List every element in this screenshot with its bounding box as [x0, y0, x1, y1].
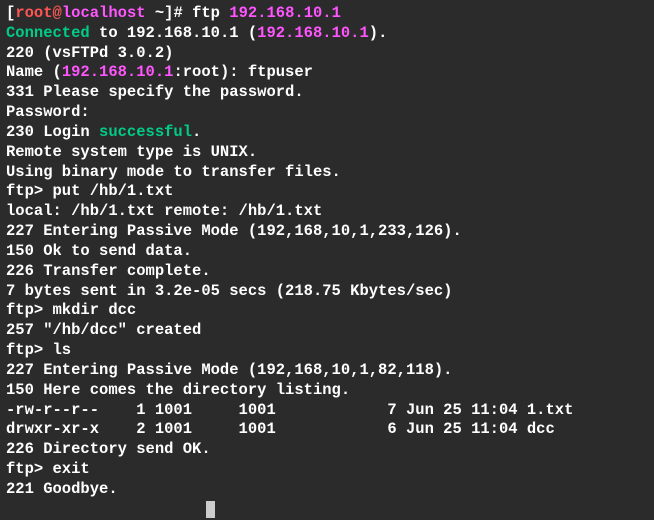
banner-line: 220 (vsFTPd 3.0.2)	[6, 44, 648, 64]
dir-listing-header: 150 Here comes the directory listing.	[6, 381, 648, 401]
ftp-ip: 192.168.10.1	[229, 4, 341, 22]
transfer-complete: 226 Transfer complete.	[6, 262, 648, 282]
ftp-exit: ftp> exit	[6, 460, 648, 480]
goodbye-line: 221 Goodbye.	[6, 480, 648, 500]
cmd-ftp: ftp	[192, 4, 229, 22]
bytes-sent: 7 bytes sent in 3.2e-05 secs (218.75 Kby…	[6, 282, 648, 302]
binary-mode: Using binary mode to transfer files.	[6, 163, 648, 183]
cursor-block	[206, 501, 215, 518]
ftp-ls: ftp> ls	[6, 341, 648, 361]
cursor-line	[6, 500, 648, 520]
prompt-host: localhost	[62, 4, 146, 22]
terminal-output[interactable]: [root@localhost ~]# ftp 192.168.10.1 Con…	[6, 4, 648, 520]
login-line: 230 Login successful.	[6, 123, 648, 143]
password-prompt: Password:	[6, 103, 648, 123]
listing-file: -rw-r--r-- 1 1001 1001 7 Jun 25 11:04 1.…	[6, 401, 648, 421]
ftp-put: ftp> put /hb/1.txt	[6, 182, 648, 202]
local-remote-line: local: /hb/1.txt remote: /hb/1.txt	[6, 202, 648, 222]
resp-331: 331 Please specify the password.	[6, 83, 648, 103]
dir-send-ok: 226 Directory send OK.	[6, 440, 648, 460]
ftp-mkdir: ftp> mkdir dcc	[6, 301, 648, 321]
dir-created: 257 "/hb/dcc" created	[6, 321, 648, 341]
ok-send: 150 Ok to send data.	[6, 242, 648, 262]
prompt-user: root	[15, 4, 52, 22]
name-line: Name (192.168.10.1:root): ftpuser	[6, 63, 648, 83]
connected-line: Connected to 192.168.10.1 (192.168.10.1)…	[6, 24, 648, 44]
listing-dir: drwxr-xr-x 2 1001 1001 6 Jun 25 11:04 dc…	[6, 420, 648, 440]
shell-prompt-line: [root@localhost ~]# ftp 192.168.10.1	[6, 4, 648, 24]
system-type: Remote system type is UNIX.	[6, 143, 648, 163]
pasv-1: 227 Entering Passive Mode (192,168,10,1,…	[6, 222, 648, 242]
pasv-2: 227 Entering Passive Mode (192,168,10,1,…	[6, 361, 648, 381]
